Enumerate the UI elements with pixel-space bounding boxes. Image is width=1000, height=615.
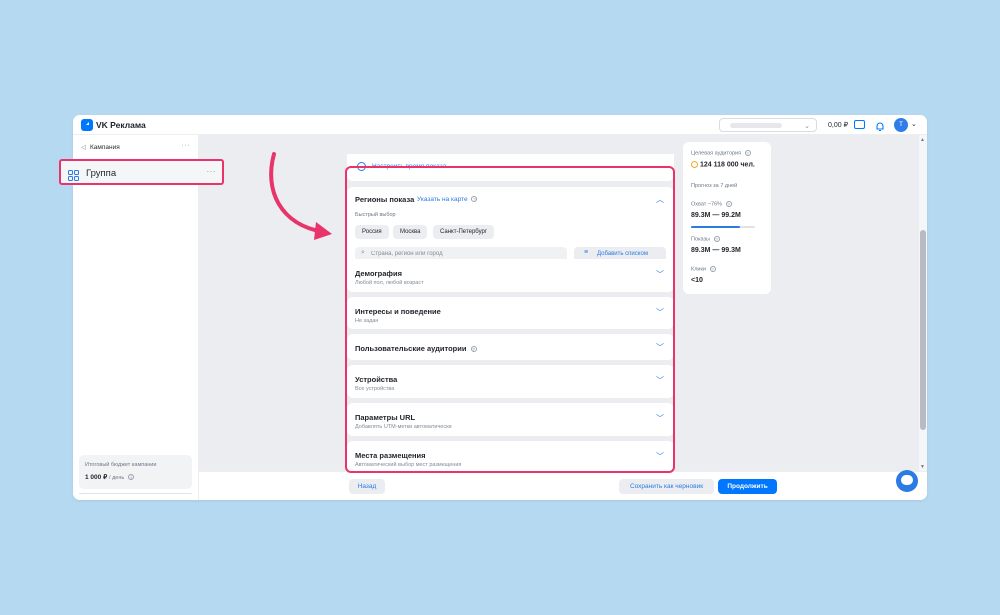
- scrollbar-thumb[interactable]: [920, 230, 926, 430]
- audience-label: Целевая аудитория ?: [691, 150, 751, 156]
- balance-value: 0,00 ₽: [828, 122, 849, 129]
- back-button[interactable]: Назад: [349, 479, 385, 494]
- help-icon[interactable]: ?: [709, 266, 716, 272]
- save-draft-button[interactable]: Сохранить как черновик: [619, 479, 714, 494]
- impressions-label: Показы ?: [691, 236, 720, 242]
- sidebar: ◁ Кампания ··· Итоговый бюджет кампании 1…: [73, 135, 199, 500]
- help-icon[interactable]: ?: [725, 201, 732, 207]
- divider: [79, 493, 192, 494]
- scrollbar[interactable]: ▲ ▼: [919, 135, 927, 471]
- help-icon[interactable]: ?: [713, 236, 720, 242]
- audience-value: 124 118 000 чел.: [691, 161, 755, 168]
- vk-ads-logo-icon[interactable]: [81, 119, 93, 131]
- audience-value-text: 124 118 000 чел.: [700, 161, 755, 169]
- forecast-panel: Целевая аудитория ? 124 118 000 чел. Про…: [683, 142, 771, 294]
- sidebar-item-label: Группа: [86, 168, 117, 179]
- chevron-down-icon: ⌄: [804, 123, 810, 130]
- help-icon[interactable]: ?: [744, 150, 751, 156]
- clicks-value: <10: [691, 277, 703, 284]
- coin-icon: [691, 161, 698, 168]
- highlight-frame: [345, 166, 675, 473]
- reach-progress-fill: [691, 226, 740, 228]
- forecast-period-label: Прогноз за 7 дней: [691, 183, 738, 189]
- more-icon[interactable]: ···: [207, 167, 217, 176]
- account-name-redacted: [730, 123, 782, 128]
- avatar[interactable]: T: [894, 118, 908, 132]
- chevron-down-icon[interactable]: ⌄: [911, 120, 917, 128]
- top-bar: VK Реклама ⌄ 0,00 ₽ T ⌄: [73, 115, 927, 135]
- chat-icon[interactable]: [896, 470, 918, 492]
- annotation-arrow-icon: [269, 152, 332, 240]
- megaphone-icon: ◁: [81, 144, 86, 151]
- impressions-label-text: Показы: [691, 236, 711, 243]
- reach-label: Охват ~76% ?: [691, 201, 732, 207]
- wallet-icon[interactable]: [854, 120, 865, 129]
- scroll-up-icon[interactable]: ▲: [920, 137, 925, 143]
- bottom-bar: Назад Сохранить как черновик Продолжить: [199, 471, 927, 500]
- more-icon[interactable]: ···: [182, 142, 191, 149]
- sidebar-item-campaign[interactable]: ◁ Кампания: [81, 143, 120, 151]
- budget-period: / день: [109, 475, 125, 481]
- budget-amount: 1 000 ₽: [85, 474, 108, 481]
- continue-button[interactable]: Продолжить: [718, 479, 777, 494]
- budget-card: Итоговый бюджет кампании 1 000 ₽ / день …: [79, 455, 192, 489]
- reach-value: 89.3M — 99.2M: [691, 212, 741, 219]
- budget-value: 1 000 ₽ / день i: [85, 473, 135, 481]
- sidebar-item-label: Кампания: [90, 144, 120, 151]
- app-title[interactable]: VK Реклама: [96, 120, 146, 130]
- budget-label: Итоговый бюджет кампании: [85, 462, 157, 468]
- scroll-down-icon[interactable]: ▼: [920, 464, 925, 470]
- account-select[interactable]: ⌄: [719, 118, 817, 132]
- info-icon[interactable]: i: [128, 474, 135, 481]
- sidebar-item-group[interactable]: Группа ···: [59, 159, 224, 185]
- reach-progress: [691, 226, 755, 228]
- reach-label-text: Охват ~76%: [691, 201, 723, 208]
- clicks-label: Клики ?: [691, 266, 716, 272]
- audience-label-text: Целевая аудитория: [691, 150, 742, 157]
- grid-icon: [68, 168, 79, 186]
- clicks-label-text: Клики: [691, 266, 706, 273]
- impressions-value: 89.3M — 99.3M: [691, 247, 741, 254]
